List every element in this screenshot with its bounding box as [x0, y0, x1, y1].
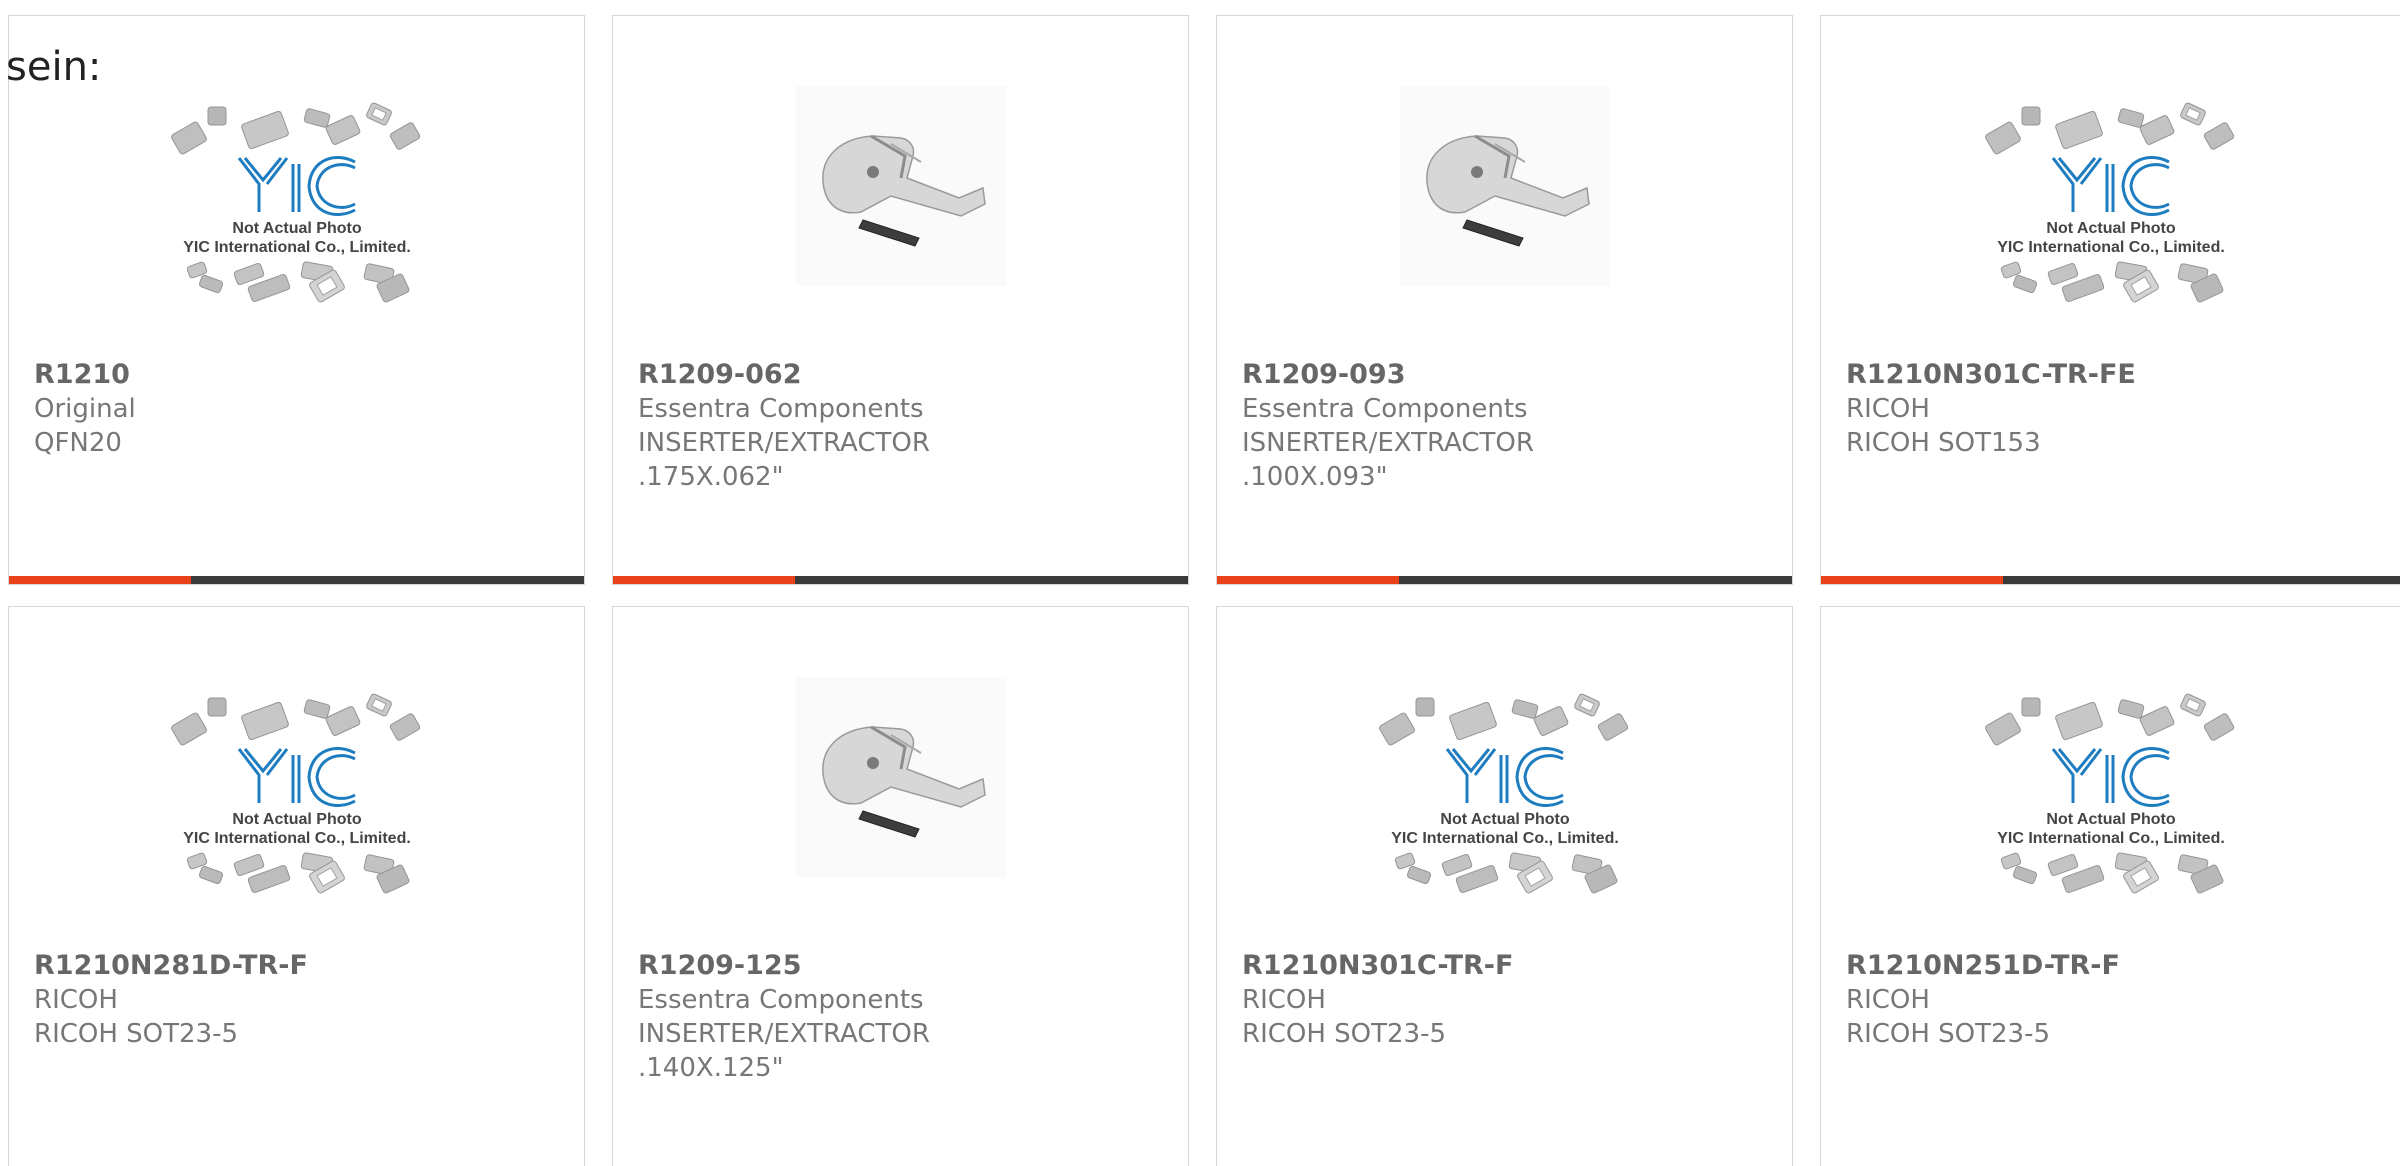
- part-number[interactable]: R1210N281D-TR-F: [34, 949, 564, 983]
- product-image: [1217, 16, 1792, 356]
- placeholder-caption-1: Not Actual Photo: [232, 220, 361, 237]
- description: RICOH SOT23-5: [1242, 1019, 1447, 1049]
- description: INSERTER/EXTRACTOR .175X.062": [638, 428, 930, 492]
- manufacturer: RICOH: [1846, 985, 1930, 1015]
- manufacturer: Essentra Components: [638, 394, 924, 424]
- product-image: Not Actual Photo YIC International Co., …: [1821, 16, 2400, 356]
- part-number[interactable]: R1210N301C-TR-FE: [1846, 358, 2380, 392]
- placeholder-caption-2: YIC International Co., Limited.: [1997, 830, 2225, 847]
- product-card[interactable]: Not Actual Photo YIC International Co., …: [1216, 606, 1793, 1166]
- product-card[interactable]: R1209-093 Essentra Components ISNERTER/E…: [1216, 15, 1793, 585]
- placeholder-logo-image: Not Actual Photo YIC International Co., …: [170, 102, 420, 303]
- part-number[interactable]: R1209-125: [638, 949, 1168, 983]
- placeholder-logo-image: Not Actual Photo YIC International Co., …: [170, 693, 420, 894]
- placeholder-caption-1: Not Actual Photo: [2046, 811, 2175, 828]
- description: RICOH SOT153: [1846, 428, 2041, 458]
- product-image: Not Actual Photo YIC International Co., …: [9, 607, 584, 947]
- placeholder-logo-image: Not Actual Photo YIC International Co., …: [1378, 693, 1628, 894]
- card-bottom-bar: [9, 576, 584, 584]
- placeholder-caption-2: YIC International Co., Limited.: [183, 239, 411, 256]
- product-card[interactable]: R1209-125 Essentra Components INSERTER/E…: [612, 606, 1189, 1166]
- placeholder-caption-1: Not Actual Photo: [1440, 811, 1569, 828]
- manufacturer: RICOH: [1846, 394, 1930, 424]
- manufacturer: RICOH: [1242, 985, 1326, 1015]
- extractor-tool-image: [1399, 86, 1610, 286]
- card-accent: [9, 576, 191, 584]
- manufacturer: Essentra Components: [638, 985, 924, 1015]
- product-card[interactable]: Not Actual Photo YIC International Co., …: [1820, 606, 2400, 1166]
- part-number[interactable]: R1210N301C-TR-F: [1242, 949, 1772, 983]
- product-card[interactable]: Not Actual Photo YIC International Co., …: [8, 15, 585, 585]
- extractor-tool-image: [795, 677, 1006, 877]
- card-bottom-bar: [1217, 576, 1792, 584]
- manufacturer: Essentra Components: [1242, 394, 1528, 424]
- product-card[interactable]: R1209-062 Essentra Components INSERTER/E…: [612, 15, 1189, 585]
- placeholder-logo-image: Not Actual Photo YIC International Co., …: [1984, 693, 2234, 894]
- part-number[interactable]: R1209-093: [1242, 358, 1772, 392]
- card-bottom-bar: [1821, 576, 2400, 584]
- product-image: Not Actual Photo YIC International Co., …: [1217, 607, 1792, 947]
- placeholder-caption-2: YIC International Co., Limited.: [1997, 239, 2225, 256]
- product-card[interactable]: Not Actual Photo YIC International Co., …: [8, 606, 585, 1166]
- placeholder-caption-1: Not Actual Photo: [232, 811, 361, 828]
- placeholder-logo-image: Not Actual Photo YIC International Co., …: [1984, 102, 2234, 303]
- product-image: [613, 607, 1188, 947]
- part-number[interactable]: R1210N251D-TR-F: [1846, 949, 2380, 983]
- product-card[interactable]: Not Actual Photo YIC International Co., …: [1820, 15, 2400, 585]
- intro-text: sein:: [6, 44, 102, 90]
- product-image: [613, 16, 1188, 356]
- description: ISNERTER/EXTRACTOR .100X.093": [1242, 428, 1534, 492]
- manufacturer: Original: [34, 394, 136, 424]
- description: RICOH SOT23-5: [1846, 1019, 2051, 1049]
- placeholder-caption-2: YIC International Co., Limited.: [183, 830, 411, 847]
- card-bottom-bar: [613, 576, 1188, 584]
- part-number[interactable]: R1209-062: [638, 358, 1168, 392]
- card-accent: [1217, 576, 1399, 584]
- extractor-tool-image: [795, 86, 1006, 286]
- manufacturer: RICOH: [34, 985, 118, 1015]
- placeholder-caption-1: Not Actual Photo: [2046, 220, 2175, 237]
- placeholder-caption-2: YIC International Co., Limited.: [1391, 830, 1619, 847]
- card-accent: [1821, 576, 2003, 584]
- description: QFN20: [34, 428, 122, 458]
- product-grid: Not Actual Photo YIC International Co., …: [0, 0, 2400, 1166]
- description: INSERTER/EXTRACTOR .140X.125": [638, 1019, 930, 1083]
- description: RICOH SOT23-5: [34, 1019, 239, 1049]
- part-number[interactable]: R1210: [34, 358, 564, 392]
- product-image: Not Actual Photo YIC International Co., …: [1821, 607, 2400, 947]
- card-accent: [613, 576, 795, 584]
